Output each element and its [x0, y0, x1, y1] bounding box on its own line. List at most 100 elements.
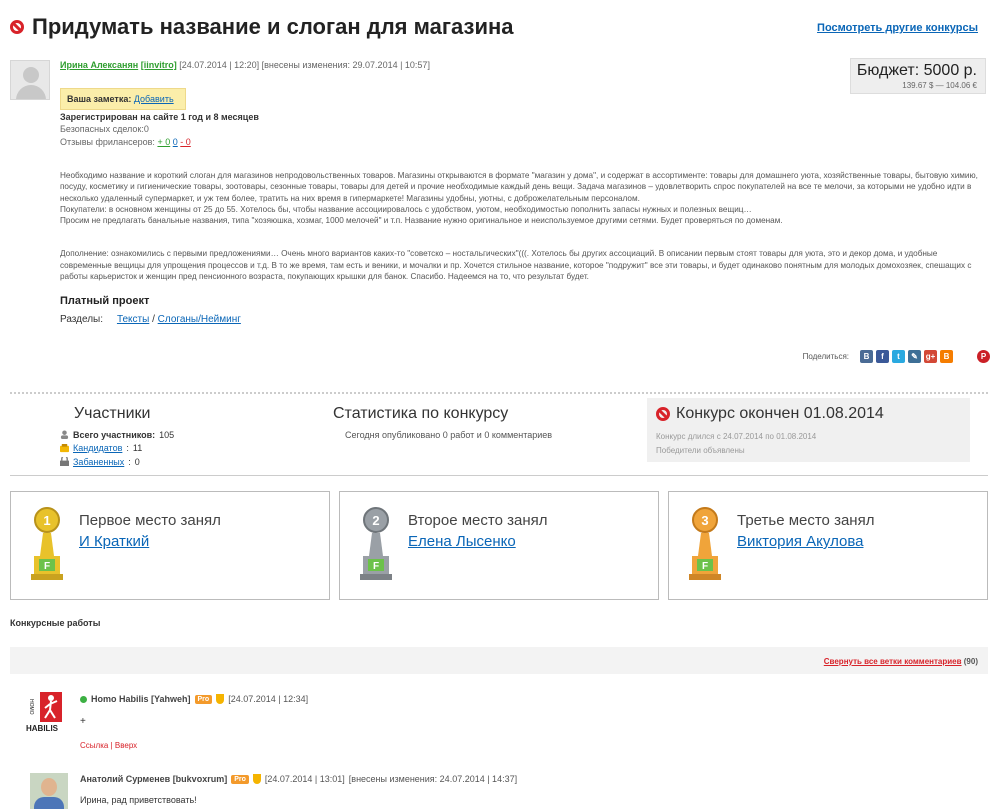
candidates-row: Кандидатов: 11 [60, 442, 174, 456]
description-p1: Необходимо название и короткий слоган дл… [60, 171, 978, 203]
comment-1-links: Ссылка | Вверх [80, 741, 137, 750]
collapse-comments: Свернуть все ветки комментариев (90) [824, 657, 978, 666]
third-place-card: 3 F Третье место занял Виктория Акулова [668, 491, 988, 600]
comments-count: (90) [963, 657, 978, 666]
winners-announced: Победители объявлены [656, 446, 745, 455]
comment-1-header: Homo Habilis [Yahweh] Pro [24.07.2014 | … [80, 694, 308, 704]
contest-duration: Конкурс длился с 24.07.2014 по 01.08.201… [656, 432, 817, 441]
link-separator: | [110, 741, 113, 750]
total-participants-value: 105 [159, 429, 175, 440]
safe-deals: Безопасных сделок:0 [60, 124, 149, 134]
banned-value: 0 [134, 456, 140, 467]
comment-2-header: Анатолий Сурменев [bukvoxrum] Pro [24.07… [80, 774, 517, 784]
pinterest-icon[interactable]: P [977, 350, 990, 363]
comment-2-author[interactable]: Анатолий Сурменев [bukvoxrum] [80, 774, 227, 784]
twitter-icon[interactable]: t [892, 350, 905, 363]
comment-2-date: [24.07.2014 | 13:01] [264, 774, 345, 784]
comment-2-avatar[interactable] [30, 773, 68, 809]
author-login-link[interactable]: [iinvitro] [141, 60, 177, 70]
svg-text:F: F [44, 561, 50, 572]
participants-title: Участники [74, 405, 151, 422]
add-note-link[interactable]: Добавить [134, 94, 174, 104]
svg-text:HABILIS: HABILIS [26, 724, 59, 733]
registered-info: Зарегистрирован на сайте 1 год и 8 месяц… [60, 112, 259, 122]
note-box: Ваша заметка: Добавить [60, 88, 186, 110]
forbidden-icon [10, 20, 24, 34]
banned-link[interactable]: Забаненных [73, 457, 124, 467]
section-texts-link[interactable]: Тексты [117, 314, 149, 325]
reviews-negative[interactable]: - 0 [180, 137, 191, 147]
facebook-icon[interactable]: f [876, 350, 889, 363]
paid-project-label: Платный проект [60, 295, 150, 307]
homo-habilis-logo[interactable]: HOMO HABILIS [26, 690, 70, 734]
svg-text:HOMO: HOMO [28, 699, 34, 715]
statistics-title: Статистика по конкурсу [333, 405, 509, 422]
page-title: Придумать название и слоган для магазина [32, 14, 514, 39]
page-header: Придумать название и слоган для магазина [10, 14, 514, 40]
online-status-icon [80, 695, 87, 703]
total-participants-row: Всего участников: 105 [60, 428, 174, 442]
description-p2: Покупатели: в основном женщины от 25 до … [60, 204, 752, 214]
user-icon [60, 430, 69, 440]
comment-up-link[interactable]: Вверх [115, 741, 137, 750]
reviews: Отзывы фрилансеров: + 0 0 - 0 [60, 137, 191, 147]
svg-text:2: 2 [372, 513, 379, 528]
blogger-icon[interactable]: B [940, 350, 953, 363]
candidates-icon [60, 443, 69, 452]
statistics-today: Сегодня опубликовано 0 работ и 0 коммент… [345, 430, 553, 440]
author-name-link[interactable]: Ирина Алексанян [60, 60, 138, 70]
sections: Разделы: Тексты / Слоганы/Нейминг [60, 314, 241, 325]
author-meta: Ирина Алексанян [iinvitro] [24.07.2014 |… [60, 60, 430, 70]
comment-1-text: + [80, 716, 86, 727]
svg-text:F: F [702, 561, 708, 572]
reviews-neutral[interactable]: 0 [173, 137, 178, 147]
gold-trophy-icon: 1 F [31, 507, 63, 580]
collapse-all-link[interactable]: Свернуть все ветки комментариев [824, 657, 962, 666]
divider [10, 475, 988, 476]
budget-converted: 139.67 $ — 104.06 € [902, 81, 977, 90]
total-participants-label: Всего участников: [73, 429, 156, 440]
section-slogans-link[interactable]: Слоганы/Нейминг [158, 314, 241, 325]
svg-text:F: F [373, 561, 379, 572]
verified-shield-icon [216, 694, 225, 704]
budget-box: Бюджет: 5000 р. 139.67 $ — 104.06 € [850, 58, 986, 94]
comment-2-edited: [внесены изменения: 24.07.2014 | 14:37] [348, 774, 518, 784]
candidates-link[interactable]: Кандидатов [73, 443, 122, 453]
contest-ended-info: Конкурс длился с 24.07.2014 по 01.08.201… [656, 430, 816, 458]
divider [10, 392, 988, 394]
edited-date: [внесены изменения: 29.07.2014 | 10:57] [261, 60, 430, 70]
candidates-value: 11 [132, 443, 143, 454]
reviews-positive[interactable]: + 0 [157, 137, 170, 147]
first-place-card: 1 F Первое место занял И Краткий [10, 491, 330, 600]
note-label: Ваша заметка: [67, 94, 132, 104]
forbidden-icon [656, 407, 670, 421]
livejournal-icon[interactable]: ✎ [908, 350, 921, 363]
first-place-label: Первое место занял [79, 512, 221, 529]
share-bar: Поделиться: Вf t ✎ g+ B P [803, 350, 990, 363]
posted-date: [24.07.2014 | 12:20] [179, 60, 260, 70]
first-place-winner[interactable]: И Краткий [79, 533, 149, 550]
verified-shield-icon [252, 774, 261, 784]
comment-1-author[interactable]: Homo Habilis [Yahweh] [91, 694, 191, 704]
description-p3: Просим не предлагать банальные названия,… [60, 216, 783, 226]
sections-separator: / [152, 314, 155, 325]
comment-link[interactable]: Ссылка [80, 741, 108, 750]
comment-2-text: Ирина, рад приветствовать! [80, 795, 197, 805]
second-place-card: 2 F Второе место занял Елена Лысенко [339, 491, 659, 600]
pro-badge: Pro [231, 774, 249, 784]
pro-badge: Pro [194, 694, 213, 704]
svg-text:3: 3 [701, 513, 708, 528]
vk-icon[interactable]: В [860, 350, 873, 363]
avatar[interactable] [10, 60, 50, 100]
contest-ended-title: Конкурс окончен 01.08.2014 [676, 405, 884, 422]
silver-trophy-icon: 2 F [360, 507, 392, 580]
description-addendum: Дополнение: ознакомились с первыми предл… [60, 249, 972, 282]
contest-works-title: Конкурсные работы [10, 618, 101, 628]
budget-amount: Бюджет: 5000 р. [856, 62, 977, 79]
third-place-winner[interactable]: Виктория Акулова [737, 533, 863, 550]
second-place-winner[interactable]: Елена Лысенко [408, 533, 516, 550]
banned-icon [60, 457, 69, 467]
googleplus-icon[interactable]: g+ [924, 350, 937, 363]
share-icons: Вf t ✎ g+ B [860, 350, 953, 363]
other-contests-link[interactable]: Посмотреть другие конкурсы [817, 22, 978, 34]
